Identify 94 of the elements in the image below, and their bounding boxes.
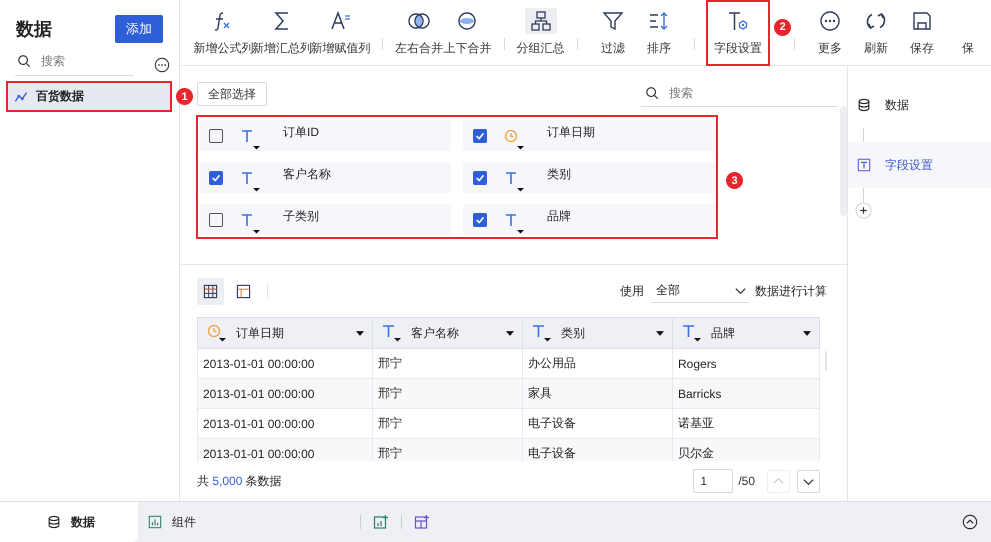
checkbox[interactable] (209, 128, 223, 142)
clock-caret-icon[interactable] (206, 323, 228, 343)
field-row[interactable]: 订单ID (199, 120, 451, 151)
field-name: 类别 (547, 166, 571, 183)
bar-chart-icon (148, 515, 162, 529)
toolbar-button[interactable]: 刷新 (854, 4, 898, 61)
filter-icon (602, 10, 624, 32)
caret-icon[interactable] (506, 330, 514, 336)
checkbox[interactable] (209, 212, 223, 226)
column-header[interactable]: 品牌 (672, 318, 820, 348)
field-row[interactable]: 客户名称 (199, 162, 451, 193)
search-icon (645, 86, 659, 100)
checkbox[interactable] (473, 128, 487, 142)
add-chart-icon[interactable] (373, 514, 389, 530)
database-icon (47, 515, 61, 529)
select-all-button[interactable]: 全部选择 (197, 82, 267, 106)
more-icon (818, 10, 841, 32)
scope-dropdown[interactable]: 全部 (651, 279, 749, 303)
text-gear-icon (726, 10, 749, 32)
page-count: /50 (738, 474, 755, 488)
toolbar-button[interactable]: 保 (946, 4, 990, 61)
next-page-button[interactable] (797, 470, 820, 492)
record-count: 共 5,000 条数据 (197, 472, 282, 490)
table-cell: 家具 (522, 378, 672, 408)
checkbox[interactable] (473, 212, 487, 226)
table-cell: Barricks (672, 378, 820, 408)
scrollbar[interactable] (840, 106, 847, 216)
view-toggle-button[interactable] (197, 278, 224, 304)
step-item[interactable]: 字段设置 (848, 142, 991, 188)
checkbox[interactable] (473, 170, 487, 184)
search-icon (17, 54, 31, 68)
field-row[interactable]: 订单日期 (463, 120, 715, 151)
toolbar-button[interactable]: 左右合并 (396, 4, 442, 61)
field-row[interactable]: 子类别 (199, 204, 451, 235)
panel-title: 数据 (16, 18, 52, 41)
column-header[interactable]: 订单日期 (198, 318, 372, 348)
field-name: 订单ID (283, 124, 319, 141)
bottom-tab[interactable]: 组件 (138, 502, 348, 542)
toolbar-button[interactable]: 分组汇总 (517, 4, 564, 61)
text-type-icon[interactable] (681, 323, 703, 343)
table-cell: 贝尔金 (672, 438, 820, 461)
letter-a-icon (330, 10, 352, 32)
column-header[interactable]: 客户名称 (372, 318, 522, 348)
hierarchy-icon (530, 10, 552, 32)
field-row[interactable]: 类别 (463, 162, 715, 193)
bottom-tab[interactable]: 数据 (0, 502, 138, 542)
callout-badge: 2 (774, 18, 792, 36)
toolbar-button[interactable]: 更多 (808, 4, 852, 61)
table-cell: 2013-01-01 00:00:00 (198, 438, 372, 461)
caret-icon[interactable] (356, 330, 364, 336)
column-header[interactable]: 类别 (522, 318, 672, 348)
table-cell: 邢宁 (372, 438, 522, 461)
more-icon[interactable] (154, 56, 170, 72)
text-type-icon[interactable] (531, 323, 553, 343)
toolbar-button[interactable]: 新增汇总列 (254, 4, 310, 61)
text-type-icon[interactable] (381, 323, 403, 343)
overlap-circles-icon (456, 10, 478, 32)
use-label: 使用 (620, 282, 644, 300)
field-name: 子类别 (283, 208, 319, 225)
search-field[interactable]: 搜索 (667, 85, 826, 101)
refresh-icon (864, 10, 887, 32)
field-row[interactable]: 品牌 (463, 204, 715, 235)
table-cell: 2013-01-01 00:00:00 (198, 378, 372, 408)
caret-icon[interactable] (803, 330, 811, 336)
toolbar-button[interactable]: 保存 (900, 4, 944, 61)
toolbar-button[interactable]: 新增公式列 (195, 4, 252, 61)
grid-icon (203, 284, 218, 298)
field-name: 订单日期 (547, 124, 595, 141)
table-cell: 电子设备 (522, 438, 672, 461)
search-field[interactable]: 搜索 (39, 53, 123, 69)
save-icon (910, 10, 933, 32)
calc-label: 数据进行计算 (755, 282, 827, 300)
table-cell: 邢宁 (372, 378, 522, 408)
line-chart-icon (14, 90, 28, 104)
field-name: 客户名称 (283, 166, 331, 183)
checkbox[interactable] (209, 170, 223, 184)
toolbar-button[interactable]: 过滤 (590, 4, 635, 61)
add-layout-icon[interactable] (414, 514, 430, 530)
callout-badge: 1 (176, 88, 193, 105)
step-item[interactable]: 数据 (848, 82, 991, 128)
caret-icon[interactable] (656, 330, 664, 336)
database-icon (857, 98, 871, 112)
toolbar-button[interactable]: 上下合并 (444, 4, 491, 61)
layout-icon (236, 284, 251, 298)
add-button[interactable]: 添加 (115, 15, 163, 43)
sort-icon (648, 10, 670, 32)
toolbar-button[interactable]: 新增赋值列 (312, 4, 369, 61)
collapse-icon[interactable] (962, 514, 978, 530)
toolbar-button[interactable]: 排序 (636, 4, 681, 61)
page-field[interactable]: 1 (693, 469, 734, 493)
field-name: 品牌 (547, 208, 571, 225)
add-step-icon[interactable] (855, 202, 872, 219)
callout-badge: 3 (726, 172, 743, 190)
text-box-icon (857, 158, 871, 172)
